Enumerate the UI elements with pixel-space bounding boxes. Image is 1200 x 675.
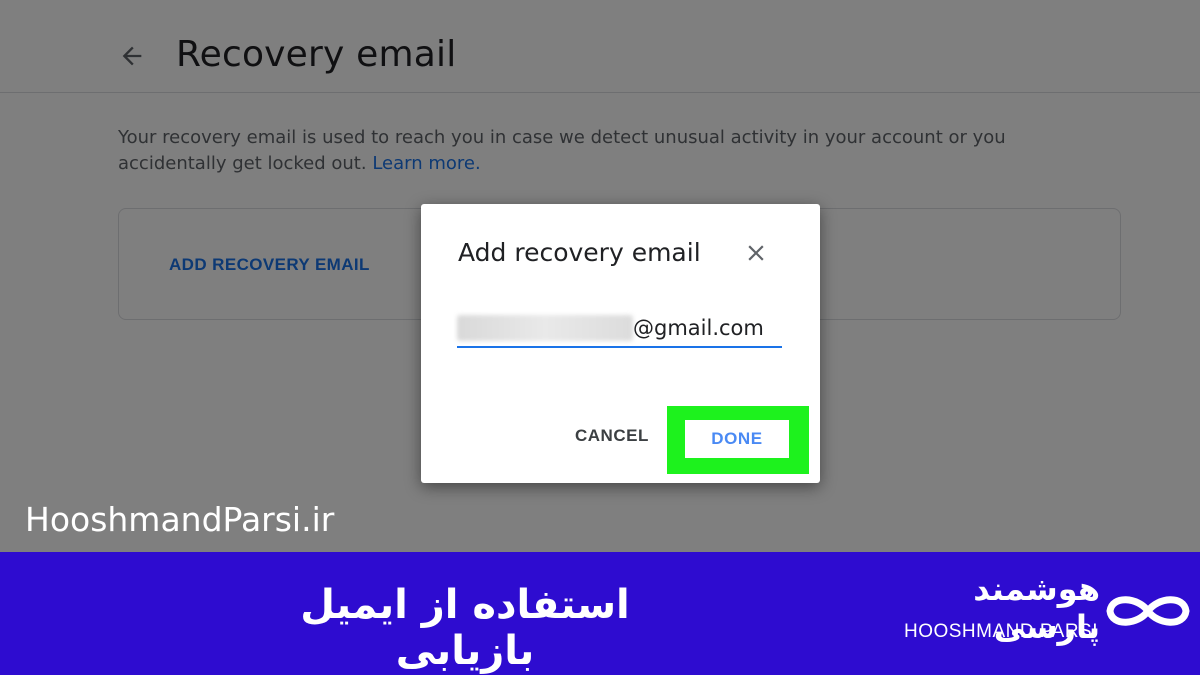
cancel-button[interactable]: CANCEL <box>575 426 649 446</box>
email-input[interactable]: @gmail.com <box>457 312 782 348</box>
redacted-username <box>457 315 633 341</box>
banner-caption: استفاده از ایمیل بازیابی <box>300 582 630 674</box>
close-icon <box>748 245 764 261</box>
close-button[interactable] <box>741 238 771 268</box>
recovery-email-page: Recovery email Your recovery email is us… <box>0 0 1200 552</box>
email-domain: @gmail.com <box>633 316 764 340</box>
watermark-url: HooshmandParsi.ir <box>25 500 335 539</box>
infinity-logo-icon <box>1106 596 1190 626</box>
add-recovery-email-dialog: Add recovery email @gmail.com CANCEL DON… <box>421 204 820 483</box>
dialog-title: Add recovery email <box>458 238 701 267</box>
done-button[interactable]: DONE <box>685 420 789 458</box>
brand-name-english: HOOSHMAND PARSI <box>903 621 1098 642</box>
caption-banner: استفاده از ایمیل بازیابی هوشمند پارسی HO… <box>0 552 1200 675</box>
